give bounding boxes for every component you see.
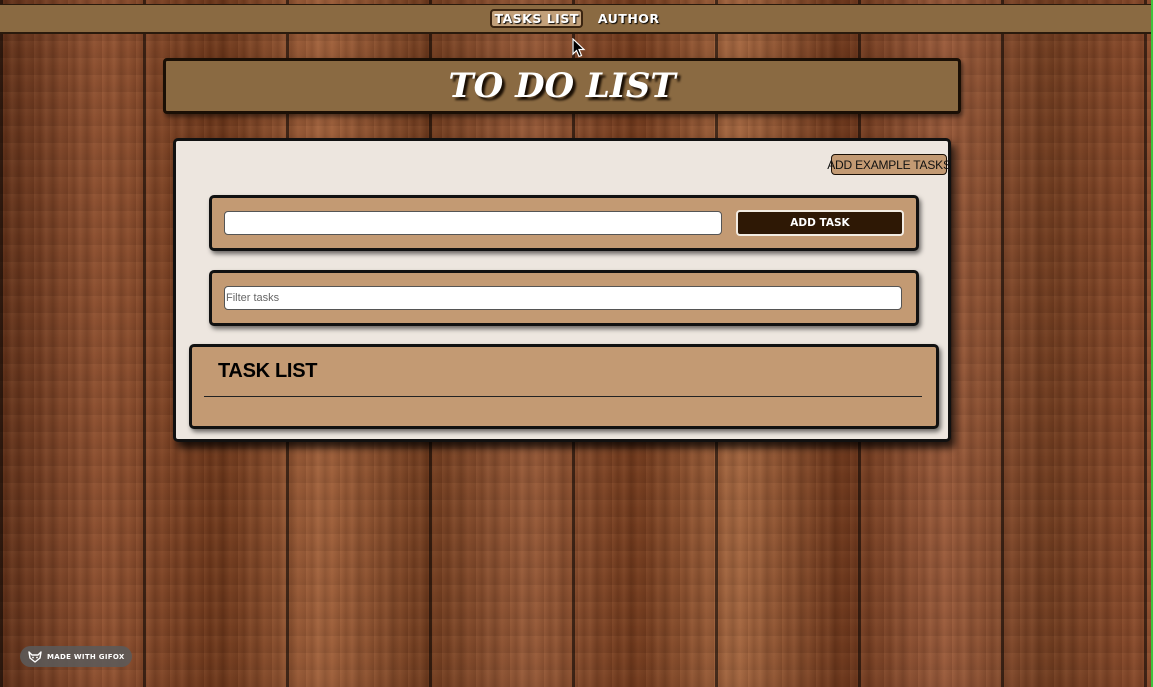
add-task-form: ADD TASK [209,195,919,251]
add-task-button[interactable]: ADD TASK [736,210,904,236]
task-list-title: TASK LIST [218,360,318,382]
filter-tasks-input[interactable]: Filter tasks [224,286,902,310]
gifox-label: MADE WITH GIFOX [47,652,125,661]
top-navigation: TASKS LIST AUTHOR [0,4,1153,34]
page-title: TO DO LIST [448,66,676,106]
filter-placeholder: Filter tasks [226,292,280,304]
nav-author[interactable]: AUTHOR [595,9,663,28]
task-list-section: TASK LIST [189,344,939,429]
task-list-divider [204,396,922,397]
mouse-cursor-icon [572,38,586,58]
main-panel: ADD EXAMPLE TASKS ADD TASK Filter tasks … [173,138,951,442]
add-example-tasks-button[interactable]: ADD EXAMPLE TASKS [827,154,951,175]
fox-icon [28,650,42,663]
new-task-input[interactable] [224,211,722,235]
nav-tasks-list[interactable]: TASKS LIST [490,9,583,28]
gifox-badge[interactable]: MADE WITH GIFOX [20,646,132,667]
filter-form: Filter tasks [209,270,919,326]
title-banner: TO DO LIST [163,58,961,114]
